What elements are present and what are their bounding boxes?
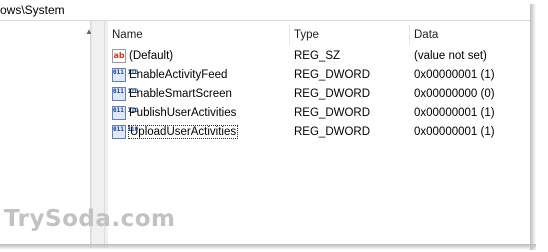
value-row-uploaduseractivities[interactable]: 011 110 UploadUserActivities REG_DWORD 0x… <box>108 123 532 142</box>
value-row-publishuseractivities[interactable]: 011 110 PublishUserActivities REG_DWORD 0… <box>108 104 532 123</box>
value-name: (Default) <box>129 50 174 62</box>
value-name: EnableSmartScreen <box>129 88 232 100</box>
column-header-name[interactable]: Name <box>108 25 290 45</box>
dword-value-icon: 011 110 <box>112 106 138 120</box>
column-header: Name Type Data <box>108 25 532 45</box>
dword-value-icon: 011 110 <box>112 125 138 139</box>
drop-shadow-bottom <box>0 244 536 250</box>
value-name: UploadUserActivities <box>127 125 239 139</box>
column-header-data[interactable]: Data <box>410 25 532 45</box>
address-path[interactable]: ows\System <box>0 3 65 17</box>
value-row-enablesmartscreen[interactable]: 011 110 EnableSmartScreen REG_DWORD 0x000… <box>108 85 532 104</box>
value-data: (value not set) <box>414 50 487 62</box>
value-type: REG_DWORD <box>294 69 371 81</box>
string-value-icon: ab <box>112 49 126 63</box>
value-type: REG_SZ <box>294 50 341 62</box>
drop-shadow-right <box>530 4 536 250</box>
values-list: ab (Default) REG_SZ (value not set) 011 1… <box>108 47 532 142</box>
column-header-type[interactable]: Type <box>290 25 410 45</box>
value-name: PublishUserActivities <box>129 107 237 119</box>
value-data: 0x00000001 (1) <box>414 107 495 119</box>
watermark-logo: TrySoda.com <box>4 206 176 232</box>
value-data: 0x00000001 (1) <box>414 69 495 81</box>
value-data: 0x00000000 (0) <box>414 88 495 100</box>
value-type: REG_DWORD <box>294 126 371 138</box>
value-row-enableactivityfeed[interactable]: 011 110 EnableActivityFeed REG_DWORD 0x00… <box>108 66 532 85</box>
dword-value-icon: 011 110 <box>112 87 138 101</box>
value-type: REG_DWORD <box>294 88 371 100</box>
dword-value-icon: 011 110 <box>112 68 138 82</box>
value-row-default[interactable]: ab (Default) REG_SZ (value not set) <box>108 47 532 66</box>
value-type: REG_DWORD <box>294 107 371 119</box>
value-name: EnableActivityFeed <box>129 69 228 81</box>
address-bar[interactable]: ows\System <box>0 0 530 21</box>
value-data: 0x00000001 (1) <box>414 126 495 138</box>
